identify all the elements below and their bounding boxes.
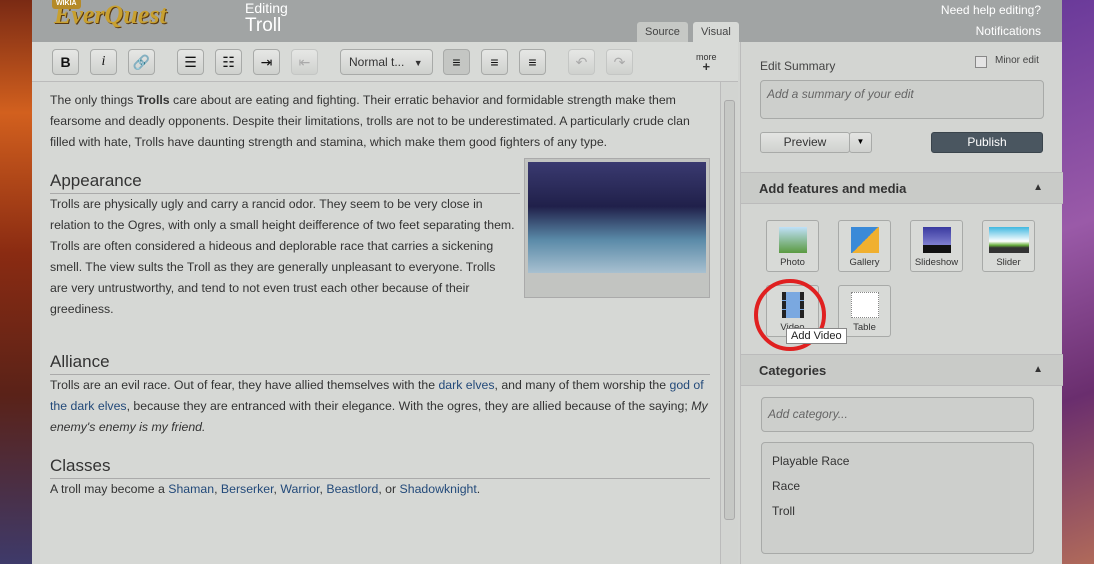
link-berserker[interactable]: Berserker bbox=[221, 482, 274, 496]
format-select[interactable]: Normal t... ▼ bbox=[340, 49, 433, 75]
link-shadowknight[interactable]: Shadowknight bbox=[400, 482, 477, 496]
add-category-input[interactable]: Add category... bbox=[761, 397, 1034, 432]
redo-icon[interactable]: ↷ bbox=[606, 49, 633, 75]
collapse-icon[interactable]: ▲ bbox=[1033, 364, 1043, 375]
preview-dropdown-icon[interactable]: ▼ bbox=[849, 132, 872, 153]
categories-section-header[interactable]: Categories ▲ bbox=[741, 354, 1063, 386]
heading-classes: Classes bbox=[50, 454, 710, 479]
link-shaman[interactable]: Shaman bbox=[168, 482, 214, 496]
table-label: Table bbox=[853, 322, 876, 333]
appearance-paragraph: Trolls are physically ugly and carry a r… bbox=[50, 197, 515, 316]
numbered-list-icon[interactable]: ☷ bbox=[215, 49, 242, 75]
slider-icon bbox=[988, 227, 1029, 253]
scrollbar-thumb[interactable] bbox=[724, 100, 735, 520]
troll-screenshot bbox=[528, 162, 706, 273]
align-right-icon[interactable]: ≡ bbox=[519, 49, 546, 75]
help-link[interactable]: Need help editing? bbox=[941, 3, 1041, 17]
category-item[interactable]: Troll bbox=[772, 499, 1023, 524]
undo-icon[interactable]: ↶ bbox=[568, 49, 595, 75]
link-icon[interactable]: 🔗 bbox=[128, 49, 155, 75]
gallery-icon bbox=[850, 227, 879, 253]
publish-button[interactable]: Publish bbox=[931, 132, 1043, 153]
align-center-icon[interactable]: ≡ bbox=[481, 49, 508, 75]
minor-edit-checkbox[interactable] bbox=[975, 56, 987, 68]
slideshow-label: Slideshow bbox=[914, 257, 959, 268]
heading-appearance: Appearance bbox=[50, 169, 520, 194]
edit-summary-input[interactable]: Add a summary of your edit bbox=[760, 80, 1044, 119]
categories-title: Categories bbox=[759, 363, 827, 378]
add-slideshow-button[interactable]: Slideshow bbox=[910, 220, 963, 272]
formatting-toolbar: B i 🔗 ☰ ☷ ⇥ ⇤ Normal t... ▼ ≡ ≡ ≡ ↶ ↷ mo… bbox=[32, 42, 738, 82]
features-title: Add features and media bbox=[759, 181, 907, 196]
editor-frame: EverQuest WIKIA Editing Troll Source Vis… bbox=[32, 0, 1063, 564]
add-slider-button[interactable]: Slider bbox=[982, 220, 1035, 272]
more-button[interactable]: more + bbox=[696, 52, 717, 73]
add-photo-button[interactable]: Photo bbox=[766, 220, 819, 272]
background-art-right bbox=[1062, 0, 1094, 564]
italic-button[interactable]: i bbox=[90, 49, 117, 75]
editing-label: Editing bbox=[245, 0, 288, 16]
add-gallery-button[interactable]: Gallery bbox=[838, 220, 891, 272]
collapse-icon[interactable]: ▲ bbox=[1033, 182, 1043, 193]
photo-icon bbox=[778, 227, 807, 253]
link-beastlord[interactable]: Beastlord bbox=[326, 482, 378, 496]
notifications-link[interactable]: Notifications bbox=[976, 24, 1041, 38]
troll-image[interactable] bbox=[524, 158, 710, 298]
classes-paragraph: A troll may become a Shaman, Berserker, … bbox=[50, 482, 481, 496]
indent-icon[interactable]: ⇥ bbox=[253, 49, 280, 75]
format-value: Normal t... bbox=[349, 55, 405, 69]
tab-source[interactable]: Source bbox=[637, 22, 688, 42]
link-dark-elves[interactable]: dark elves bbox=[438, 378, 494, 392]
heading-alliance: Alliance bbox=[50, 350, 710, 375]
alliance-paragraph: Trolls are an evil race. Out of fear, th… bbox=[50, 378, 708, 434]
intro-paragraph: The only things Trolls care about are ea… bbox=[50, 93, 690, 149]
link-warrior[interactable]: Warrior bbox=[280, 482, 319, 496]
photo-label: Photo bbox=[780, 257, 805, 268]
table-icon bbox=[850, 292, 879, 318]
wikia-badge[interactable]: WIKIA bbox=[52, 0, 81, 9]
slider-label: Slider bbox=[996, 257, 1021, 268]
editor-header: EverQuest WIKIA Editing Troll Source Vis… bbox=[32, 0, 1062, 42]
edit-summary-label: Edit Summary bbox=[760, 59, 836, 73]
features-section-header[interactable]: Add features and media ▲ bbox=[741, 172, 1063, 204]
background-art-left bbox=[0, 0, 32, 564]
category-list: Playable Race Race Troll bbox=[761, 442, 1034, 554]
tab-visual[interactable]: Visual bbox=[693, 22, 739, 42]
article-editor[interactable]: The only things Trolls care about are ea… bbox=[40, 82, 720, 564]
gallery-label: Gallery bbox=[849, 257, 880, 268]
slideshow-icon bbox=[922, 227, 951, 253]
category-item[interactable]: Race bbox=[772, 474, 1023, 499]
outdent-icon[interactable]: ⇤ bbox=[291, 49, 318, 75]
editor-scrollbar[interactable] bbox=[720, 82, 738, 564]
minor-edit-label: Minor edit bbox=[995, 55, 1039, 66]
preview-button[interactable]: Preview bbox=[760, 132, 850, 153]
category-item[interactable]: Playable Race bbox=[772, 449, 1023, 474]
page-title: Troll bbox=[245, 15, 282, 36]
add-video-tooltip: Add Video bbox=[786, 328, 847, 344]
align-left-icon[interactable]: ≡ bbox=[443, 49, 470, 75]
bullet-list-icon[interactable]: ☰ bbox=[177, 49, 204, 75]
bold-button[interactable]: B bbox=[52, 49, 79, 75]
